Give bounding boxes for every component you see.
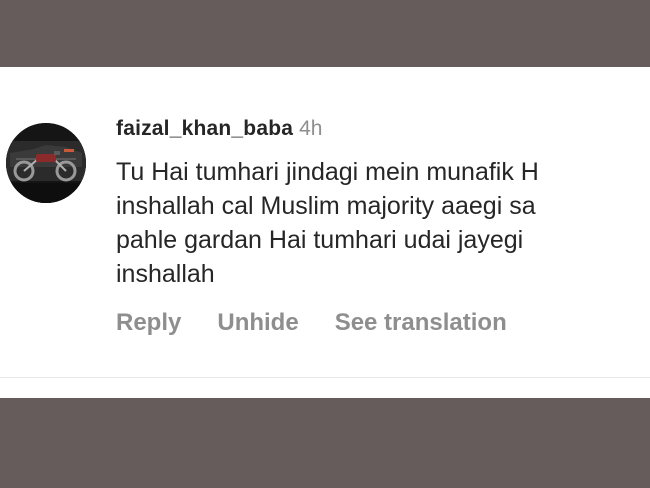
comment-text-line: inshallah cal Muslim majority aaegi sa <box>116 192 536 220</box>
motorcycle-icon <box>6 123 86 203</box>
comment-text: Tu Hai tumhari jindagi mein munafik H in… <box>116 155 650 291</box>
see-translation-button[interactable]: See translation <box>335 309 507 337</box>
top-background-band <box>0 0 650 67</box>
comment-text-line: pahle gardan Hai tumhari udai jayegi <box>116 226 524 254</box>
comment-text-line: inshallah <box>116 260 215 288</box>
comment-body: faizal_khan_baba 4h Tu Hai tumhari jindag… <box>116 117 650 337</box>
reply-button[interactable]: Reply <box>116 309 181 337</box>
bottom-background-band <box>0 398 650 488</box>
unhide-button[interactable]: Unhide <box>217 309 298 337</box>
comment-card: faizal_khan_baba 4h Tu Hai tumhari jindag… <box>0 67 650 398</box>
comment-text-line: Tu Hai tumhari jindagi mein munafik H <box>116 158 539 186</box>
comment-actions: Reply Unhide See translation <box>116 309 650 337</box>
divider <box>0 377 650 378</box>
comment-timestamp: 4h <box>299 117 323 140</box>
avatar[interactable] <box>6 123 86 203</box>
comment-header: faizal_khan_baba 4h <box>116 117 650 147</box>
username-link[interactable]: faizal_khan_baba <box>116 117 293 140</box>
